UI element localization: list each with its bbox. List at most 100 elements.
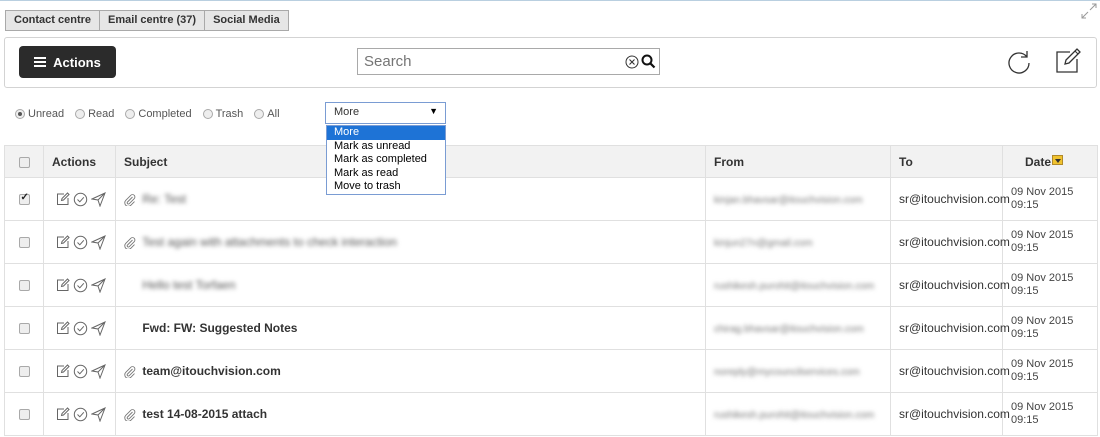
col-from[interactable]: From <box>705 145 891 178</box>
more-dropdown-value: More <box>334 106 360 118</box>
row-subject: test 14-08-2015 attach <box>142 407 268 421</box>
filter-all[interactable]: All <box>254 108 280 120</box>
row-checkbox[interactable] <box>18 366 30 378</box>
row-subject: Test again with attachments to check int… <box>142 235 397 249</box>
row-date-cell: 09 Nov 2015 09:15 <box>1002 220 1098 264</box>
more-option-mark-completed[interactable]: Mark as completed <box>327 153 445 167</box>
row-from: rushikesh.purohit@itouchvision.com <box>714 281 875 292</box>
tab-social-media[interactable]: Social Media <box>204 10 289 31</box>
row-checkbox[interactable] <box>18 192 30 206</box>
edit-icon[interactable] <box>56 407 70 421</box>
expand-icon[interactable] <box>1081 3 1097 19</box>
complete-check-icon[interactable] <box>73 321 88 336</box>
complete-check-icon[interactable] <box>73 192 88 207</box>
table-row[interactable]: Re: Test kinjan.bhavsar@itouchvision.com… <box>4 177 1098 221</box>
row-from-cell: chirag.bhavsar@itouchvision.com <box>705 306 891 350</box>
row-date-cell: 09 Nov 2015 09:15 <box>1002 177 1098 221</box>
send-icon[interactable] <box>91 191 106 207</box>
filter-read[interactable]: Read <box>75 108 114 120</box>
complete-check-icon[interactable] <box>73 364 88 379</box>
paperclip-icon <box>124 194 136 206</box>
row-time: 09:15 <box>1011 328 1039 340</box>
complete-check-icon[interactable] <box>73 235 88 250</box>
filter-trash[interactable]: Trash <box>202 108 243 120</box>
row-time: 09:15 <box>1011 199 1039 211</box>
tab-email-centre[interactable]: Email centre (37) <box>99 10 206 31</box>
table-row[interactable]: Test again with attachments to check int… <box>4 220 1098 264</box>
send-icon[interactable] <box>91 363 106 379</box>
row-subject-cell[interactable]: test 14-08-2015 attach <box>115 392 706 436</box>
row-date-cell: 09 Nov 2015 09:15 <box>1002 306 1098 350</box>
tab-contact-centre[interactable]: Contact centre <box>5 10 101 31</box>
paperclip-icon <box>124 237 136 249</box>
more-dropdown[interactable]: More ▼ <box>325 102 446 124</box>
more-option-move-trash[interactable]: Move to trash <box>327 180 445 194</box>
complete-check-icon[interactable] <box>73 407 88 422</box>
send-icon[interactable] <box>91 234 106 250</box>
radio-trash[interactable] <box>202 109 213 119</box>
radio-unread[interactable] <box>15 109 25 119</box>
refresh-icon[interactable] <box>1006 49 1032 75</box>
row-to-cell: sr@itouchvision.com <box>890 392 1010 436</box>
row-to-cell: sr@itouchvision.com <box>890 220 1010 264</box>
row-to-cell: sr@itouchvision.com <box>890 263 1010 307</box>
row-time: 09:15 <box>1011 414 1039 426</box>
compose-icon[interactable] <box>1053 46 1083 76</box>
complete-check-icon[interactable] <box>73 278 88 293</box>
col-date[interactable]: Date <box>1002 145 1098 178</box>
row-subject-cell[interactable]: Fwd: FW: Suggested Notes <box>115 306 706 350</box>
edit-icon[interactable] <box>56 235 70 249</box>
radio-all[interactable] <box>254 109 265 119</box>
send-icon[interactable] <box>91 277 106 293</box>
filter-completed[interactable]: Completed <box>125 108 192 120</box>
col-actions: Actions <box>43 145 116 178</box>
more-option-mark-unread[interactable]: Mark as unread <box>327 140 445 154</box>
row-checkbox[interactable] <box>18 237 30 249</box>
row-from-cell: noreply@mycouncilservices.com <box>705 349 891 393</box>
edit-icon[interactable] <box>56 192 70 206</box>
filter-unread[interactable]: Unread <box>15 108 64 120</box>
select-all-checkbox[interactable] <box>18 156 30 168</box>
row-select-cell <box>4 263 44 307</box>
row-from: chirag.bhavsar@itouchvision.com <box>714 324 864 335</box>
row-actions-cell <box>43 177 116 221</box>
actions-button[interactable]: Actions <box>19 46 116 78</box>
sort-desc-icon[interactable] <box>1052 154 1064 165</box>
row-checkbox[interactable] <box>18 409 30 421</box>
row-to: sr@itouchvision.com <box>899 321 1010 335</box>
row-checkbox[interactable] <box>18 280 30 292</box>
row-from: kinjun27n@gmail.com <box>714 238 813 249</box>
menu-icon <box>34 55 47 69</box>
search-icon[interactable] <box>641 54 656 69</box>
row-actions-cell <box>43 306 116 350</box>
status-filters: Unread Read Completed Trash All <box>15 108 291 120</box>
edit-icon[interactable] <box>56 364 70 378</box>
col-to[interactable]: To <box>890 145 1003 178</box>
radio-completed[interactable] <box>125 109 136 119</box>
edit-icon[interactable] <box>56 321 70 335</box>
row-subject-cell[interactable]: Hello test Torfaen <box>115 263 706 307</box>
row-date-cell: 09 Nov 2015 09:15 <box>1002 349 1098 393</box>
row-checkbox[interactable] <box>18 323 30 335</box>
actions-button-label: Actions <box>53 54 101 70</box>
more-option-mark-read[interactable]: Mark as read <box>327 167 445 181</box>
search-box <box>357 48 660 75</box>
table-row[interactable]: test 14-08-2015 attach rushikesh.purohit… <box>4 392 1098 436</box>
radio-read[interactable] <box>75 109 86 119</box>
row-time: 09:15 <box>1011 371 1039 383</box>
table-row[interactable]: Fwd: FW: Suggested Notes chirag.bhavsar@… <box>4 306 1098 350</box>
tab-bar: Contact centre Email centre (37) Social … <box>5 10 289 31</box>
send-icon[interactable] <box>91 406 106 422</box>
row-date-cell: 09 Nov 2015 09:15 <box>1002 263 1098 307</box>
row-subject-cell[interactable]: team@itouchvision.com <box>115 349 706 393</box>
send-icon[interactable] <box>91 320 106 336</box>
table-row[interactable]: Hello test Torfaen rushikesh.purohit@ito… <box>4 263 1098 307</box>
edit-icon[interactable] <box>56 278 70 292</box>
search-input[interactable] <box>358 49 608 74</box>
row-subject-cell[interactable]: Test again with attachments to check int… <box>115 220 706 264</box>
row-actions-cell <box>43 263 116 307</box>
table-row[interactable]: team@itouchvision.com noreply@mycouncils… <box>4 349 1098 393</box>
more-option-more[interactable]: More <box>327 126 445 140</box>
clear-search-icon[interactable] <box>625 55 639 69</box>
row-select-cell <box>4 306 44 350</box>
